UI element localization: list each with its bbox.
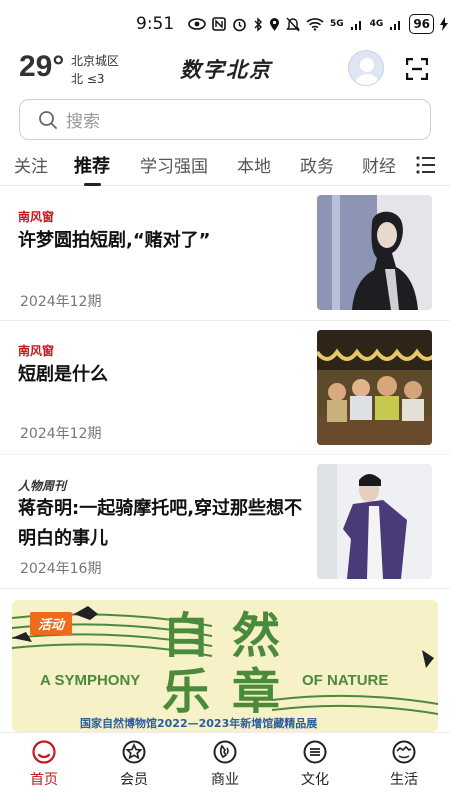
article-source: 人物周刊 — [18, 479, 67, 493]
location-icon — [270, 17, 279, 31]
article-date: 2024年16期 — [20, 561, 102, 577]
article-card[interactable]: 南风窗 短剧是什么 2024年12期 — [0, 321, 450, 455]
app-header: 29° 北京城区 北 ≤3 数字北京 — [0, 46, 450, 94]
weather-temperature[interactable]: 29° — [19, 50, 64, 84]
tab-local[interactable]: 本地 — [237, 152, 271, 177]
nav-label: 商业 — [211, 772, 239, 788]
tab-recommend[interactable]: 推荐 — [74, 152, 110, 178]
article-title[interactable]: 许梦圆拍短剧,“赌对了” — [18, 226, 303, 256]
promo-banner[interactable]: 活动 自 然 乐 章 A SYMPHONY OF NATURE 国家自然博物馆2… — [12, 600, 438, 732]
active-tab-indicator — [84, 183, 101, 186]
nav-label: 生活 — [390, 772, 418, 788]
avatar[interactable] — [348, 50, 384, 86]
battery-indicator: 96 — [409, 14, 435, 34]
mute-icon — [286, 17, 300, 31]
article-card[interactable]: 南风窗 许梦圆拍短剧,“赌对了” 2024年12期 — [0, 187, 450, 321]
article-source: 南风窗 — [18, 344, 55, 358]
bluetooth-icon — [254, 16, 262, 32]
status-icons: 5G 4G 96 — [188, 14, 449, 34]
nav-life[interactable]: 生活 — [374, 737, 434, 789]
nfc-icon — [212, 17, 226, 31]
banner-title-char: 章 — [232, 664, 281, 720]
article-date: 2024年12期 — [20, 294, 102, 310]
search-bar[interactable]: 搜索 — [19, 99, 431, 140]
nav-label: 首页 — [30, 772, 58, 788]
article-thumbnail[interactable] — [317, 330, 432, 445]
location-label: 北京城区 — [71, 54, 120, 68]
network-4g-label: 4G — [369, 19, 384, 29]
tab-government[interactable]: 政务 — [300, 152, 334, 177]
nav-member[interactable]: 会员 — [104, 737, 164, 789]
channel-menu-icon[interactable] — [416, 156, 436, 174]
banner-english-left: A SYMPHONY — [40, 672, 141, 689]
article-title[interactable]: 短剧是什么 — [18, 360, 303, 390]
status-bar: 9:51 5G 4G 96 — [0, 0, 450, 46]
nav-label: 会员 — [120, 772, 148, 788]
eye-icon — [188, 18, 206, 30]
article-thumbnail[interactable] — [317, 195, 432, 310]
signal-icon-2 — [390, 20, 401, 30]
article-source: 南风窗 — [18, 210, 55, 224]
banner-decoration — [12, 606, 438, 715]
member-icon — [122, 740, 146, 764]
tab-xuexi[interactable]: 学习强国 — [140, 152, 208, 177]
network-5g-label: 5G — [330, 19, 344, 29]
app-logo: 数字北京 — [180, 57, 272, 82]
banner-english-right: OF NATURE — [302, 672, 389, 689]
activity-tag: 活动 — [30, 612, 73, 635]
banner-title-char: 乐 — [162, 664, 211, 720]
article-thumbnail[interactable] — [317, 464, 432, 579]
tab-follow[interactable]: 关注 — [14, 152, 48, 177]
channel-tabs: 关注 推荐 学习强国 本地 政务 财经 — [0, 146, 450, 186]
signal-icon — [350, 20, 361, 30]
article-title[interactable]: 蒋奇明:一起骑摩托吧,穿过那些想不明白的事儿 — [18, 494, 303, 554]
scan-icon[interactable] — [406, 58, 428, 80]
alarm-icon — [233, 18, 246, 31]
nav-culture[interactable]: 文化 — [285, 737, 345, 789]
search-input[interactable]: 搜索 — [66, 107, 100, 132]
life-icon — [392, 740, 416, 764]
bottom-navigation: 首页 会员 商业 文化 生活 — [0, 732, 450, 800]
nav-home[interactable]: 首页 — [14, 737, 74, 789]
tab-finance[interactable]: 财经 — [362, 152, 396, 177]
charging-icon — [440, 17, 449, 31]
banner-subtitle: 国家自然博物馆2022—2023年新增馆藏精品展 — [80, 717, 318, 730]
article-date: 2024年12期 — [20, 426, 102, 442]
wifi-icon — [306, 18, 324, 31]
search-icon — [39, 110, 57, 129]
home-icon — [32, 740, 56, 764]
nav-label: 文化 — [301, 772, 329, 788]
wind-label: 北 ≤3 — [71, 72, 105, 86]
status-time: 9:51 — [136, 14, 175, 34]
weather-location[interactable]: 北京城区 北 ≤3 — [71, 52, 119, 88]
business-icon — [213, 740, 237, 764]
article-card[interactable]: 人物周刊 蒋奇明:一起骑摩托吧,穿过那些想不明白的事儿 2024年16期 — [0, 455, 450, 589]
culture-icon — [303, 740, 327, 764]
nav-business[interactable]: 商业 — [195, 737, 255, 789]
